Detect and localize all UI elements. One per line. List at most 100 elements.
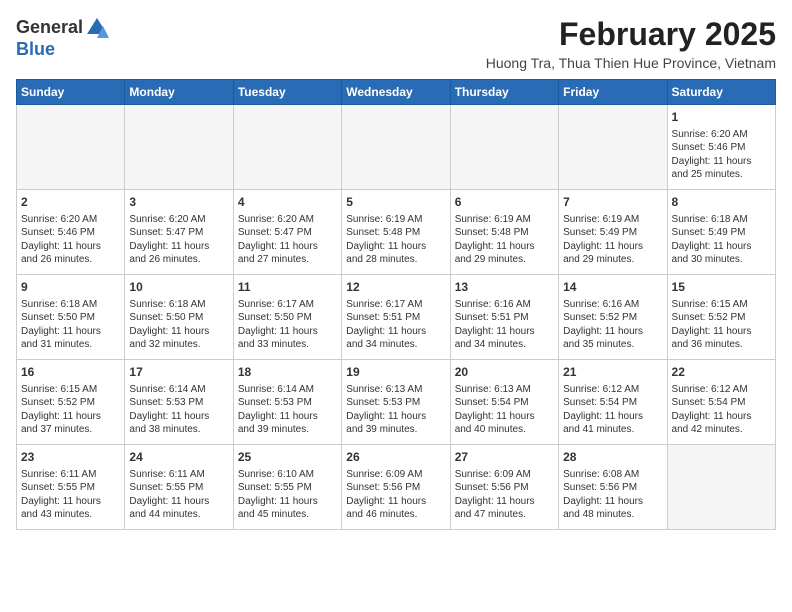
day-info: Sunrise: 6:12 AM Sunset: 5:54 PM Dayligh… — [563, 383, 662, 437]
weekday-header: Tuesday — [233, 80, 341, 105]
day-info: Sunrise: 6:18 AM Sunset: 5:49 PM Dayligh… — [672, 213, 771, 267]
calendar-day-cell: 4 Sunrise: 6:20 AM Sunset: 5:47 PM Daylig… — [233, 190, 341, 275]
calendar-day-cell: 8 Sunrise: 6:18 AM Sunset: 5:49 PM Daylig… — [667, 190, 775, 275]
calendar-day-cell — [559, 105, 667, 190]
day-number: 21 — [563, 364, 662, 381]
day-number: 1 — [672, 109, 771, 126]
calendar-week-row: 2 Sunrise: 6:20 AM Sunset: 5:46 PM Daylig… — [17, 190, 776, 275]
calendar-week-row: 1 Sunrise: 6:20 AM Sunset: 5:46 PM Daylig… — [17, 105, 776, 190]
weekday-header: Saturday — [667, 80, 775, 105]
calendar-day-cell: 25 Sunrise: 6:10 AM Sunset: 5:55 PM Dayli… — [233, 445, 341, 530]
calendar-day-cell: 16 Sunrise: 6:15 AM Sunset: 5:52 PM Dayli… — [17, 360, 125, 445]
day-info: Sunrise: 6:18 AM Sunset: 5:50 PM Dayligh… — [129, 298, 228, 352]
day-info: Sunrise: 6:12 AM Sunset: 5:54 PM Dayligh… — [672, 383, 771, 437]
calendar-day-cell — [667, 445, 775, 530]
day-number: 5 — [346, 194, 445, 211]
location-subtitle: Huong Tra, Thua Thien Hue Province, Viet… — [486, 55, 776, 71]
weekday-header: Sunday — [17, 80, 125, 105]
calendar-day-cell: 26 Sunrise: 6:09 AM Sunset: 5:56 PM Dayli… — [342, 445, 450, 530]
day-info: Sunrise: 6:19 AM Sunset: 5:48 PM Dayligh… — [346, 213, 445, 267]
day-number: 22 — [672, 364, 771, 381]
day-number: 11 — [238, 279, 337, 296]
day-number: 4 — [238, 194, 337, 211]
day-number: 10 — [129, 279, 228, 296]
calendar-day-cell: 13 Sunrise: 6:16 AM Sunset: 5:51 PM Dayli… — [450, 275, 558, 360]
day-number: 18 — [238, 364, 337, 381]
day-number: 27 — [455, 449, 554, 466]
calendar-day-cell: 23Sunrise: 6:11 AM Sunset: 5:55 PM Dayli… — [17, 445, 125, 530]
day-info: Sunrise: 6:13 AM Sunset: 5:54 PM Dayligh… — [455, 383, 554, 437]
day-info: Sunrise: 6:08 AM Sunset: 5:56 PM Dayligh… — [563, 468, 662, 522]
calendar-day-cell: 10 Sunrise: 6:18 AM Sunset: 5:50 PM Dayli… — [125, 275, 233, 360]
calendar-day-cell: 18 Sunrise: 6:14 AM Sunset: 5:53 PM Dayli… — [233, 360, 341, 445]
calendar-day-cell — [450, 105, 558, 190]
calendar-day-cell: 24 Sunrise: 6:11 AM Sunset: 5:55 PM Dayli… — [125, 445, 233, 530]
calendar-day-cell: 1 Sunrise: 6:20 AM Sunset: 5:46 PM Daylig… — [667, 105, 775, 190]
day-number: 6 — [455, 194, 554, 211]
calendar-week-row: 23Sunrise: 6:11 AM Sunset: 5:55 PM Dayli… — [17, 445, 776, 530]
calendar-day-cell — [17, 105, 125, 190]
calendar-day-cell: 11 Sunrise: 6:17 AM Sunset: 5:50 PM Dayli… — [233, 275, 341, 360]
logo-icon — [85, 16, 109, 40]
day-info: Sunrise: 6:16 AM Sunset: 5:51 PM Dayligh… — [455, 298, 554, 352]
logo: General Blue — [16, 16, 109, 60]
day-info: Sunrise: 6:11 AM Sunset: 5:55 PM Dayligh… — [21, 468, 120, 522]
calendar-week-row: 9Sunrise: 6:18 AM Sunset: 5:50 PM Daylig… — [17, 275, 776, 360]
calendar-day-cell — [125, 105, 233, 190]
day-number: 20 — [455, 364, 554, 381]
weekday-header: Friday — [559, 80, 667, 105]
day-number: 16 — [21, 364, 120, 381]
day-info: Sunrise: 6:14 AM Sunset: 5:53 PM Dayligh… — [238, 383, 337, 437]
day-info: Sunrise: 6:15 AM Sunset: 5:52 PM Dayligh… — [21, 383, 120, 437]
day-info: Sunrise: 6:15 AM Sunset: 5:52 PM Dayligh… — [672, 298, 771, 352]
weekday-header: Monday — [125, 80, 233, 105]
day-info: Sunrise: 6:19 AM Sunset: 5:48 PM Dayligh… — [455, 213, 554, 267]
calendar-day-cell: 21 Sunrise: 6:12 AM Sunset: 5:54 PM Dayli… — [559, 360, 667, 445]
calendar-day-cell: 6 Sunrise: 6:19 AM Sunset: 5:48 PM Daylig… — [450, 190, 558, 275]
day-number: 3 — [129, 194, 228, 211]
calendar-day-cell: 22 Sunrise: 6:12 AM Sunset: 5:54 PM Dayli… — [667, 360, 775, 445]
calendar-day-cell: 17 Sunrise: 6:14 AM Sunset: 5:53 PM Dayli… — [125, 360, 233, 445]
day-info: Sunrise: 6:17 AM Sunset: 5:50 PM Dayligh… — [238, 298, 337, 352]
calendar-day-cell: 14Sunrise: 6:16 AM Sunset: 5:52 PM Dayli… — [559, 275, 667, 360]
day-number: 17 — [129, 364, 228, 381]
day-info: Sunrise: 6:14 AM Sunset: 5:53 PM Dayligh… — [129, 383, 228, 437]
calendar-day-cell: 27 Sunrise: 6:09 AM Sunset: 5:56 PM Dayli… — [450, 445, 558, 530]
calendar-day-cell: 9Sunrise: 6:18 AM Sunset: 5:50 PM Daylig… — [17, 275, 125, 360]
day-number: 24 — [129, 449, 228, 466]
calendar-day-cell: 3 Sunrise: 6:20 AM Sunset: 5:47 PM Daylig… — [125, 190, 233, 275]
day-number: 8 — [672, 194, 771, 211]
day-number: 25 — [238, 449, 337, 466]
day-info: Sunrise: 6:20 AM Sunset: 5:47 PM Dayligh… — [238, 213, 337, 267]
weekday-header-row: SundayMondayTuesdayWednesdayThursdayFrid… — [17, 80, 776, 105]
day-info: Sunrise: 6:11 AM Sunset: 5:55 PM Dayligh… — [129, 468, 228, 522]
day-info: Sunrise: 6:20 AM Sunset: 5:46 PM Dayligh… — [21, 213, 120, 267]
logo-general: General — [16, 18, 83, 38]
calendar-day-cell: 19Sunrise: 6:13 AM Sunset: 5:53 PM Dayli… — [342, 360, 450, 445]
calendar-day-cell: 28Sunrise: 6:08 AM Sunset: 5:56 PM Dayli… — [559, 445, 667, 530]
calendar-day-cell: 7Sunrise: 6:19 AM Sunset: 5:49 PM Daylig… — [559, 190, 667, 275]
day-info: Sunrise: 6:20 AM Sunset: 5:46 PM Dayligh… — [672, 128, 771, 182]
day-info: Sunrise: 6:17 AM Sunset: 5:51 PM Dayligh… — [346, 298, 445, 352]
logo-blue: Blue — [16, 40, 109, 60]
day-info: Sunrise: 6:09 AM Sunset: 5:56 PM Dayligh… — [455, 468, 554, 522]
day-info: Sunrise: 6:20 AM Sunset: 5:47 PM Dayligh… — [129, 213, 228, 267]
day-number: 19 — [346, 364, 445, 381]
day-number: 7 — [563, 194, 662, 211]
weekday-header: Wednesday — [342, 80, 450, 105]
day-number: 15 — [672, 279, 771, 296]
calendar-day-cell — [233, 105, 341, 190]
day-number: 26 — [346, 449, 445, 466]
calendar-day-cell: 2 Sunrise: 6:20 AM Sunset: 5:46 PM Daylig… — [17, 190, 125, 275]
calendar-table: SundayMondayTuesdayWednesdayThursdayFrid… — [16, 79, 776, 530]
day-info: Sunrise: 6:18 AM Sunset: 5:50 PM Dayligh… — [21, 298, 120, 352]
calendar-day-cell: 15 Sunrise: 6:15 AM Sunset: 5:52 PM Dayli… — [667, 275, 775, 360]
title-block: February 2025 Huong Tra, Thua Thien Hue … — [486, 16, 776, 71]
day-info: Sunrise: 6:16 AM Sunset: 5:52 PM Dayligh… — [563, 298, 662, 352]
day-number: 2 — [21, 194, 120, 211]
day-info: Sunrise: 6:09 AM Sunset: 5:56 PM Dayligh… — [346, 468, 445, 522]
day-info: Sunrise: 6:10 AM Sunset: 5:55 PM Dayligh… — [238, 468, 337, 522]
calendar-day-cell: 5 Sunrise: 6:19 AM Sunset: 5:48 PM Daylig… — [342, 190, 450, 275]
day-number: 13 — [455, 279, 554, 296]
month-year-title: February 2025 — [486, 16, 776, 53]
